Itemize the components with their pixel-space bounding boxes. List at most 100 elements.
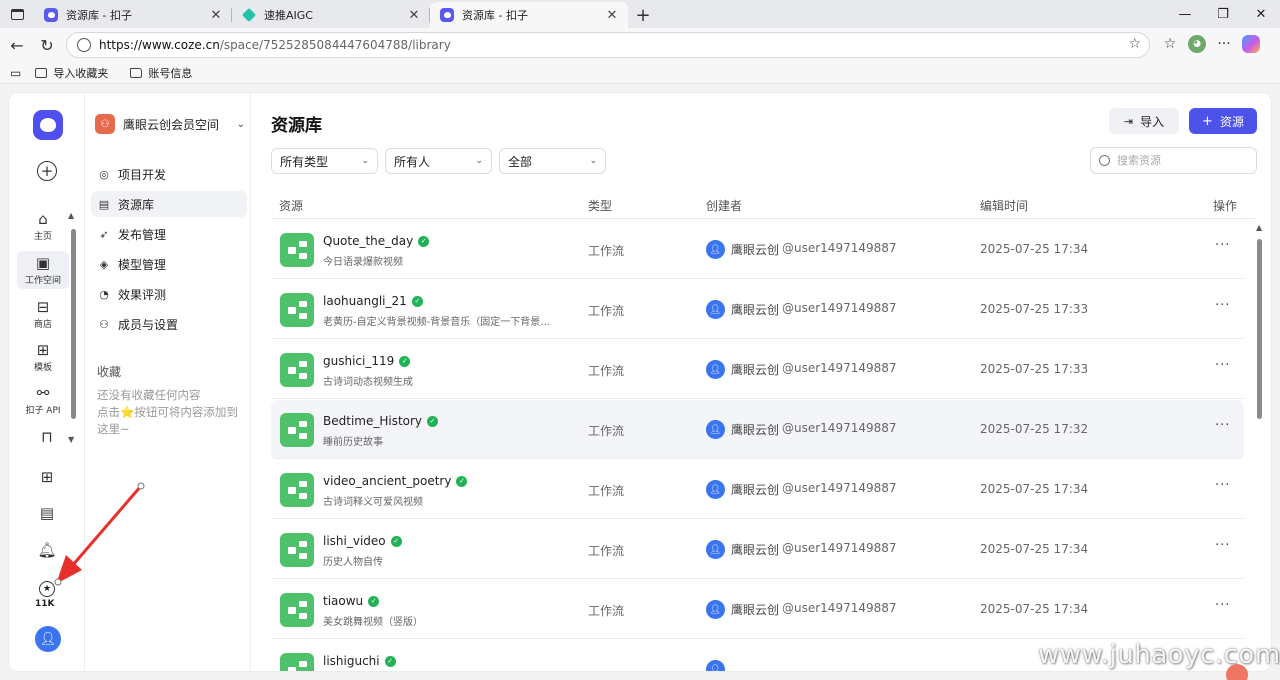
- rail-scrollbar[interactable]: [71, 221, 76, 421]
- left-rail: + ⌂ 主页 ▣ 工作空间 ⊟ 商店 ⊞ 模板 ⚯ 扣子 API ▲ ▼ ⊓ ⊞ ▤ 🔔︎ ★ 1…: [9, 93, 85, 671]
- rail-item-2[interactable]: ⊟ 商店: [17, 295, 69, 333]
- resource-name[interactable]: tiaowu ✓: [323, 594, 380, 608]
- aigc-favicon-icon: [242, 8, 256, 22]
- store-icon: ⊟: [36, 298, 50, 316]
- more-actions-icon[interactable]: ···: [1215, 238, 1230, 253]
- favorites-title: 收藏: [97, 365, 122, 379]
- owner-filter-select[interactable]: 所有人 ⌄: [385, 148, 492, 174]
- creator-id: @user1497149887: [782, 421, 897, 435]
- back-arrow-icon[interactable]: ←: [2, 30, 32, 60]
- creator-avatar: 👤︎: [706, 480, 725, 499]
- more-actions-icon[interactable]: ···: [1215, 598, 1230, 613]
- profile-avatar-icon[interactable]: ◕: [1188, 35, 1206, 53]
- user-avatar[interactable]: 👤︎: [35, 626, 61, 652]
- sidebar-item-label: 发布管理: [118, 227, 167, 242]
- table-row[interactable]: Bedtime_History ✓ 睡前历史故事 工作流 👤︎ 鹰眼云创 @user1497…: [271, 400, 1244, 459]
- document-icon[interactable]: ▤: [37, 503, 57, 523]
- resource-type: 工作流: [588, 604, 625, 618]
- creator-name: 鹰眼云创: [731, 543, 780, 557]
- more-actions-icon[interactable]: ···: [1215, 478, 1230, 493]
- sidebar-item-2[interactable]: ➶ 发布管理: [91, 221, 247, 247]
- inbox-icon[interactable]: ⊓: [37, 427, 57, 447]
- browser-tab-1[interactable]: 速推AIGC ✕: [232, 2, 430, 28]
- create-plus-button[interactable]: +: [37, 161, 57, 181]
- sidebar-item-4[interactable]: ◔ 效果评测: [91, 281, 247, 307]
- template-icon: ⊞: [36, 341, 50, 359]
- bell-icon[interactable]: 🔔︎: [37, 540, 57, 560]
- url-path: /space/7525285084447604788/library: [219, 38, 451, 52]
- browser-tab-2[interactable]: 资源库 - 扣子 ✕: [430, 2, 628, 28]
- resource-name[interactable]: laohuangli_21 ✓: [323, 294, 423, 308]
- more-actions-icon[interactable]: ···: [1215, 358, 1230, 373]
- resource-name[interactable]: lishiguchi ✓: [323, 654, 396, 668]
- bookmark-account-info[interactable]: 账号信息: [130, 65, 192, 81]
- resource-name[interactable]: gushici_119 ✓: [323, 354, 411, 368]
- scroll-up-icon[interactable]: ▲: [1256, 223, 1262, 232]
- close-tab-icon[interactable]: ✕: [208, 8, 224, 23]
- close-tab-icon[interactable]: ✕: [406, 8, 422, 23]
- table-row[interactable]: laohuangli_21 ✓ 老黄历-自定义背景视频-背景音乐（固定一下背景… 工作…: [271, 280, 1244, 339]
- creator-id: @user1497149887: [782, 301, 897, 315]
- more-actions-icon[interactable]: ···: [1215, 298, 1230, 313]
- copilot-icon[interactable]: [1242, 35, 1260, 53]
- sidebar-item-icon: ➶: [99, 227, 109, 241]
- close-tab-icon[interactable]: ✕: [604, 8, 620, 23]
- sidebar-item-label: 项目开发: [118, 167, 167, 182]
- apps-grid-icon[interactable]: ⊞: [37, 467, 57, 487]
- close-window-icon[interactable]: ✕: [1242, 0, 1280, 28]
- add-resource-button[interactable]: + 资源: [1189, 108, 1257, 134]
- rail-scroll-up-icon[interactable]: ▲: [68, 211, 74, 220]
- space-selector[interactable]: ⚇ 鹰眼云创会员空间 ⌄: [95, 111, 245, 137]
- table-row[interactable]: Quote_the_day ✓ 今日语录爆款视频 工作流 👤︎ 鹰眼云创 @user1497…: [271, 220, 1244, 279]
- bookmark-import-favorites[interactable]: 导入收藏夹: [35, 65, 108, 81]
- reading-icon[interactable]: ▭: [10, 66, 21, 80]
- url-field[interactable]: https://www.coze.cn/space/75252850844476…: [66, 32, 1150, 58]
- edit-time: 2025-07-25 17:34: [980, 242, 1089, 256]
- resource-name[interactable]: Bedtime_History ✓: [323, 414, 439, 428]
- table-row[interactable]: gushici_119 ✓ 古诗词动态视频生成 工作流 👤︎ 鹰眼云创 @user14971…: [271, 340, 1244, 399]
- table-row[interactable]: video_ancient_poetry ✓ 古诗词释义可爱风视频 工作流 👤︎ 鹰眼云创…: [271, 460, 1244, 519]
- site-info-icon[interactable]: [77, 38, 91, 52]
- import-button[interactable]: ⇥ 导入: [1109, 108, 1179, 134]
- search-input[interactable]: [1117, 154, 1247, 167]
- table-row[interactable]: lishi_video ✓ 历史人物自传 工作流 👤︎ 鹰眼云创 @user14971498…: [271, 520, 1244, 579]
- window-menu-icon[interactable]: [0, 0, 34, 28]
- status-filter-select[interactable]: 全部 ⌄: [499, 148, 606, 174]
- coze-logo-icon[interactable]: [33, 110, 63, 140]
- resource-name[interactable]: video_ancient_poetry ✓: [323, 474, 468, 488]
- more-actions-icon[interactable]: ···: [1215, 538, 1230, 553]
- favorite-star-icon[interactable]: ☆: [1128, 36, 1141, 52]
- type-filter-select[interactable]: 所有类型 ⌄: [271, 148, 378, 174]
- more-menu-icon[interactable]: ···: [1212, 30, 1236, 58]
- browser-tab-0[interactable]: 资源库 - 扣子 ✕: [34, 2, 232, 28]
- main-scrollbar[interactable]: ▲: [1256, 223, 1263, 671]
- creator-avatar: 👤︎: [706, 420, 725, 439]
- chevron-down-icon: ⌄: [589, 156, 597, 166]
- resource-name[interactable]: Quote_the_day ✓: [323, 234, 430, 248]
- resource-name[interactable]: lishi_video ✓: [323, 534, 402, 548]
- sidebar-item-1[interactable]: ▤ 资源库: [91, 191, 247, 217]
- rail-item-3[interactable]: ⊞ 模板: [17, 338, 69, 376]
- search-box[interactable]: [1090, 147, 1257, 174]
- favorites-icon[interactable]: ☆: [1158, 30, 1182, 58]
- edit-time: 2025-07-25 17:34: [980, 482, 1089, 496]
- minimize-icon[interactable]: —: [1166, 0, 1204, 28]
- sidebar-item-3[interactable]: ◈ 模型管理: [91, 251, 247, 277]
- creator-id: @user1497149887: [782, 361, 897, 375]
- table-row[interactable]: tiaowu ✓ 美女跳舞视频（竖版） 工作流 👤︎ 鹰眼云创 @user149714988…: [271, 580, 1244, 639]
- rail-scroll-down-icon[interactable]: ▼: [68, 435, 74, 444]
- resource-desc: 古诗词动态视频生成: [323, 377, 413, 388]
- credit-star-icon[interactable]: ★: [39, 581, 55, 597]
- rail-item-1[interactable]: ▣ 工作空间: [17, 251, 69, 289]
- reload-icon[interactable]: ↻: [32, 30, 62, 60]
- workflow-icon: [280, 533, 314, 567]
- sidebar-item-5[interactable]: ⚇ 成员与设置: [91, 311, 247, 337]
- rail-item-0[interactable]: ⌂ 主页: [17, 207, 69, 245]
- col-creator: 创建者: [706, 199, 743, 213]
- browser-tab-strip: 资源库 - 扣子 ✕ 速推AIGC ✕ 资源库 - 扣子 ✕ + — ❐ ✕: [0, 0, 1280, 28]
- sidebar-item-0[interactable]: ◎ 项目开发: [91, 161, 247, 187]
- maximize-icon[interactable]: ❐: [1204, 0, 1242, 28]
- rail-item-4[interactable]: ⚯ 扣子 API: [17, 381, 69, 419]
- more-actions-icon[interactable]: ···: [1215, 418, 1230, 433]
- new-tab-button[interactable]: +: [628, 2, 658, 28]
